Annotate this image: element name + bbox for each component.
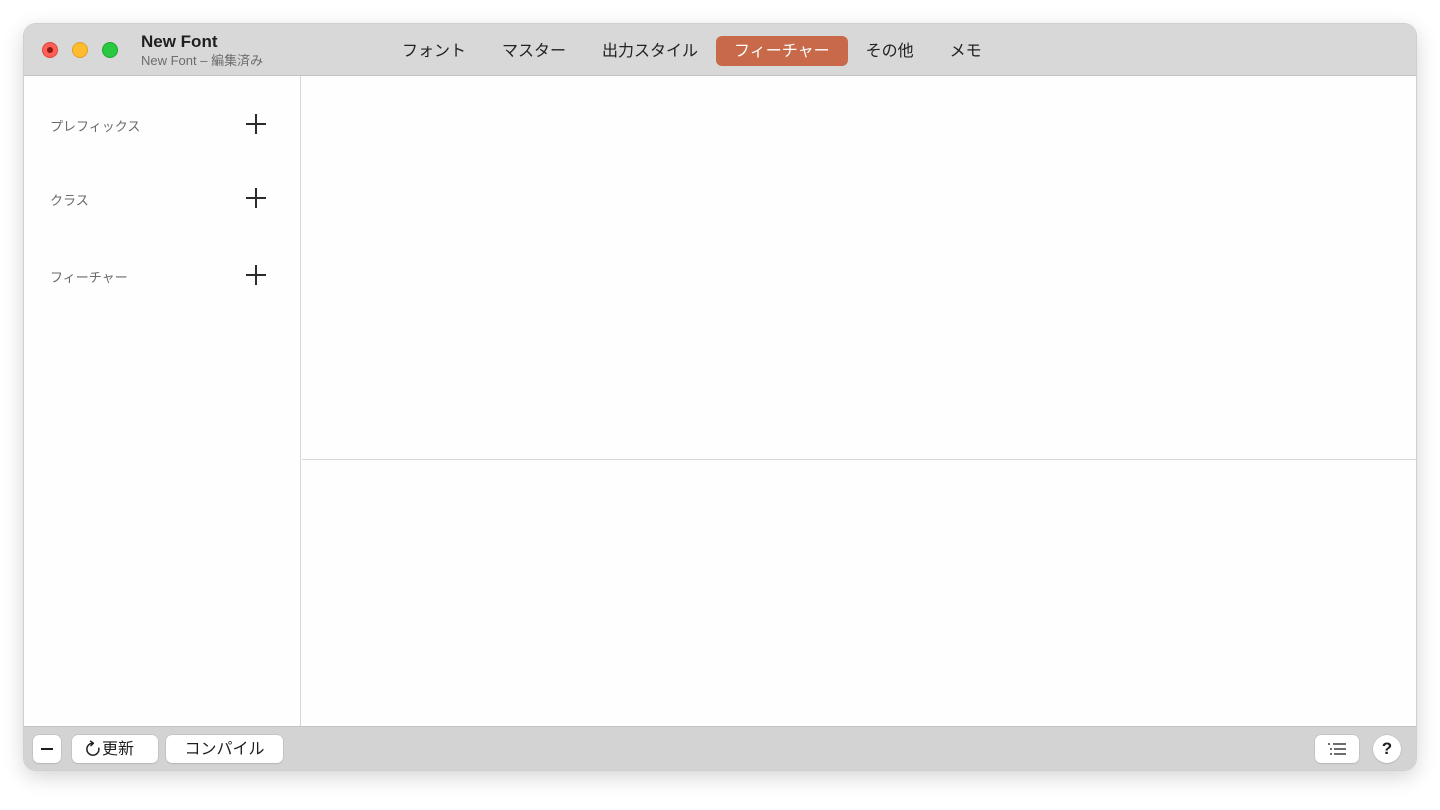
tab-notes[interactable]: メモ (932, 36, 1000, 66)
sidebar-section-features: フィーチャー (24, 261, 301, 291)
feature-code-editor[interactable] (302, 76, 1416, 460)
features-sidebar: プレフィックス クラス フィーチャー (24, 76, 301, 726)
feature-notes-pane[interactable] (302, 460, 1416, 726)
update-button-label: 更新 (102, 739, 135, 758)
section-label-features: フィーチャー (50, 271, 128, 286)
help-button[interactable]: ? (1373, 735, 1401, 763)
document-title: New Font (141, 32, 218, 51)
list-options-button[interactable] (1315, 735, 1359, 763)
app-window: New Font New Font – 編集済み フォント マスター 出力スタイ… (24, 24, 1416, 770)
list-icon (1328, 743, 1346, 755)
update-button[interactable]: 更新 (72, 735, 158, 763)
add-feature-plus-icon[interactable] (244, 263, 268, 287)
compile-button[interactable]: コンパイル (166, 735, 283, 763)
sidebar-section-prefixes: プレフィックス (24, 110, 301, 140)
section-label-classes: クラス (50, 194, 89, 209)
sidebar-section-classes: クラス (24, 184, 301, 214)
tab-masters[interactable]: マスター (484, 36, 584, 66)
section-label-prefixes: プレフィックス (50, 120, 141, 135)
refresh-icon (86, 740, 100, 756)
bottom-toolbar: 更新 コンパイル ? (24, 726, 1416, 770)
tab-exports[interactable]: 出力スタイル (584, 36, 716, 66)
remove-button[interactable] (33, 735, 61, 763)
tab-features[interactable]: フィーチャー (716, 36, 848, 66)
tab-other[interactable]: その他 (848, 36, 932, 66)
add-prefix-plus-icon[interactable] (244, 112, 268, 136)
minus-icon (41, 748, 53, 750)
add-class-plus-icon[interactable] (244, 186, 268, 210)
zoom-window-button[interactable] (102, 42, 118, 58)
title-bar: New Font New Font – 編集済み フォント マスター 出力スタイ… (24, 24, 1416, 76)
tab-font[interactable]: フォント (384, 36, 484, 66)
tab-bar: フォント マスター 出力スタイル フィーチャー その他 メモ (384, 36, 1000, 66)
minimize-window-button[interactable] (72, 42, 88, 58)
document-subtitle: New Font – 編集済み (141, 53, 264, 68)
close-window-button[interactable] (42, 42, 58, 58)
